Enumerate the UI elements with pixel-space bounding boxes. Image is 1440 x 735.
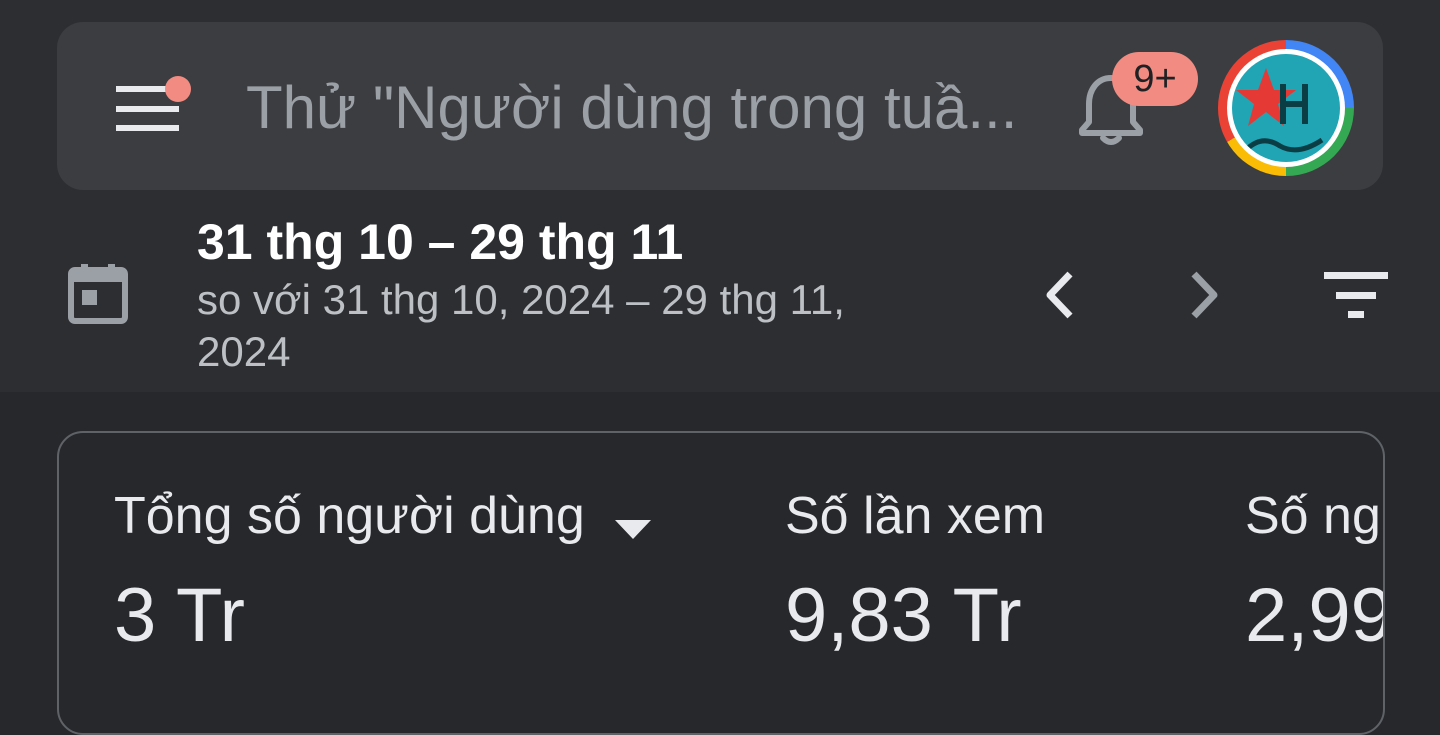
chevron-right-icon (1191, 271, 1218, 319)
menu-notification-dot (165, 76, 191, 102)
metric-value: 2,99 (1245, 573, 1385, 658)
metric-views[interactable]: Số lần xem 9,83 Tr (785, 483, 1045, 661)
filter-icon (1324, 272, 1388, 318)
comparison-range[interactable]: so với 31 thg 10, 2024 – 29 thg 11, 2024 (197, 274, 957, 378)
metrics-card: Tổng số người dùng 3 Tr Số lần xem 9,83 … (57, 431, 1385, 735)
notification-badge: 9+ (1112, 52, 1198, 106)
metric-label: Số lần xem (785, 487, 1046, 545)
comparison-range-line-1: so với 31 thg 10, 2024 – 29 thg 11, (197, 276, 845, 323)
date-range[interactable]: 31 thg 10 – 29 thg 11 (197, 212, 683, 272)
comparison-range-line-2: 2024 (197, 328, 291, 375)
search-placeholder[interactable]: Thử "Người dùng trong tuầ... (246, 72, 1036, 144)
metric-label: Tổng số người dùng (114, 487, 585, 545)
calendar-icon[interactable] (68, 262, 128, 324)
metric-value: 9,83 Tr (785, 573, 1022, 658)
filter-button[interactable] (1318, 262, 1394, 326)
next-period-button[interactable] (1168, 260, 1238, 330)
avatar[interactable] (1218, 40, 1354, 176)
menu-button[interactable] (106, 70, 192, 140)
metric-value: 3 Tr (114, 573, 245, 658)
metric-partial[interactable]: Số ng 2,99 (1245, 483, 1385, 661)
chevron-left-icon (1046, 271, 1073, 319)
avatar-image (1232, 54, 1340, 162)
metric-total-users[interactable]: Tổng số người dùng 3 Tr (114, 483, 653, 661)
metric-label: Số ng (1245, 487, 1381, 545)
previous-period-button[interactable] (1026, 260, 1096, 330)
caret-down-icon[interactable] (613, 517, 653, 541)
